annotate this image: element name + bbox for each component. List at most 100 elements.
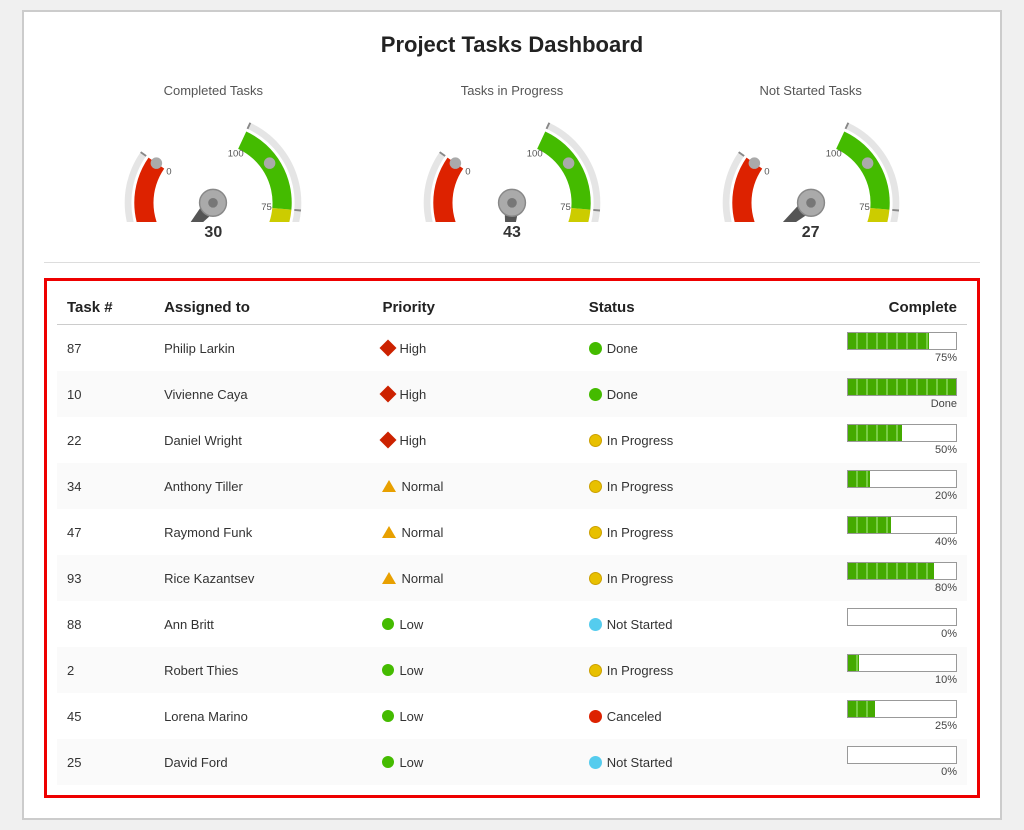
status-label: Done xyxy=(607,387,638,402)
status-cell: Not Started xyxy=(579,739,773,785)
task-number: 2 xyxy=(57,647,154,693)
progress-label: Done xyxy=(931,398,957,410)
svg-text:0: 0 xyxy=(764,166,769,177)
status-dot xyxy=(589,618,602,631)
diamond-icon xyxy=(380,386,397,403)
circle-icon xyxy=(382,664,394,676)
progress-bar xyxy=(847,516,957,534)
assigned-to: David Ford xyxy=(154,739,372,785)
col-header-priority: Priority xyxy=(372,291,578,325)
priority-label: Low xyxy=(399,617,423,632)
svg-text:75: 75 xyxy=(859,202,870,213)
progress-bar xyxy=(847,746,957,764)
status-dot xyxy=(589,526,602,539)
gauge-2: Not Started Tasks 0255075100 27 xyxy=(681,83,941,242)
priority-cell: Normal xyxy=(372,555,578,601)
col-header-assigned: Assigned to xyxy=(154,291,372,325)
status-dot xyxy=(589,756,602,769)
status-dot xyxy=(589,480,602,493)
progress-label: 0% xyxy=(941,628,957,640)
gauge-label-1: Tasks in Progress xyxy=(461,83,564,98)
complete-cell: 10% xyxy=(773,647,967,693)
progress-label: 75% xyxy=(935,352,957,364)
status-label: In Progress xyxy=(607,663,673,678)
diamond-icon xyxy=(380,340,397,357)
status-label: Canceled xyxy=(607,709,662,724)
status-cell: Done xyxy=(579,325,773,372)
status-label: Done xyxy=(607,341,638,356)
tasks-table: Task # Assigned to Priority Status Compl… xyxy=(57,291,967,785)
status-cell: In Progress xyxy=(579,647,773,693)
priority-label: Normal xyxy=(401,571,443,586)
svg-text:100: 100 xyxy=(228,149,244,160)
status-cell: In Progress xyxy=(579,509,773,555)
gauge-svg: 0255075100 xyxy=(711,102,911,222)
progress-fill xyxy=(848,425,902,441)
priority-label: High xyxy=(399,433,426,448)
priority-cell: Low xyxy=(372,601,578,647)
triangle-icon xyxy=(382,480,396,492)
progress-label: 10% xyxy=(935,674,957,686)
gauge-value-2: 27 xyxy=(802,224,820,242)
table-row: 88 Ann Britt Low Not Started 0% xyxy=(57,601,967,647)
assigned-to: Rice Kazantsev xyxy=(154,555,372,601)
priority-cell: High xyxy=(372,371,578,417)
progress-fill xyxy=(848,517,891,533)
priority-cell: High xyxy=(372,325,578,372)
col-header-task: Task # xyxy=(57,291,154,325)
priority-label: Low xyxy=(399,663,423,678)
assigned-to: Vivienne Caya xyxy=(154,371,372,417)
table-row: 2 Robert Thies Low In Progress 10% xyxy=(57,647,967,693)
table-section: Task # Assigned to Priority Status Compl… xyxy=(44,278,980,798)
progress-bar xyxy=(847,654,957,672)
progress-fill xyxy=(848,563,934,579)
progress-fill xyxy=(848,655,859,671)
status-label: Not Started xyxy=(607,617,673,632)
task-number: 87 xyxy=(57,325,154,372)
col-header-complete: Complete xyxy=(773,291,967,325)
status-label: Not Started xyxy=(607,755,673,770)
priority-cell: High xyxy=(372,417,578,463)
diamond-icon xyxy=(380,432,397,449)
progress-label: 40% xyxy=(935,536,957,548)
task-number: 93 xyxy=(57,555,154,601)
status-cell: Canceled xyxy=(579,693,773,739)
complete-cell: 0% xyxy=(773,739,967,785)
status-dot xyxy=(589,664,602,677)
progress-bar xyxy=(847,470,957,488)
status-cell: In Progress xyxy=(579,417,773,463)
assigned-to: Anthony Tiller xyxy=(154,463,372,509)
progress-bar xyxy=(847,608,957,626)
status-dot xyxy=(589,388,602,401)
priority-label: High xyxy=(399,387,426,402)
assigned-to: Robert Thies xyxy=(154,647,372,693)
status-dot xyxy=(589,434,602,447)
svg-text:100: 100 xyxy=(527,149,543,160)
progress-label: 25% xyxy=(935,720,957,732)
task-number: 47 xyxy=(57,509,154,555)
status-dot xyxy=(589,572,602,585)
table-row: 25 David Ford Low Not Started 0% xyxy=(57,739,967,785)
complete-cell: 40% xyxy=(773,509,967,555)
progress-bar xyxy=(847,562,957,580)
complete-cell: 25% xyxy=(773,693,967,739)
progress-label: 0% xyxy=(941,766,957,778)
status-label: In Progress xyxy=(607,571,673,586)
progress-label: 80% xyxy=(935,582,957,594)
priority-label: Normal xyxy=(401,525,443,540)
progress-fill xyxy=(848,333,929,349)
table-row: 34 Anthony Tiller Normal In Progress 20% xyxy=(57,463,967,509)
progress-fill xyxy=(848,379,956,395)
priority-label: Low xyxy=(399,755,423,770)
table-row: 22 Daniel Wright High In Progress 50% xyxy=(57,417,967,463)
svg-text:75: 75 xyxy=(262,202,273,213)
table-row: 47 Raymond Funk Normal In Progress 40% xyxy=(57,509,967,555)
circle-icon xyxy=(382,710,394,722)
status-label: In Progress xyxy=(607,479,673,494)
assigned-to: Lorena Marino xyxy=(154,693,372,739)
gauge-1: Tasks in Progress 0255075100 43 xyxy=(382,83,642,242)
complete-cell: 20% xyxy=(773,463,967,509)
progress-fill xyxy=(848,471,870,487)
task-number: 22 xyxy=(57,417,154,463)
complete-cell: 50% xyxy=(773,417,967,463)
